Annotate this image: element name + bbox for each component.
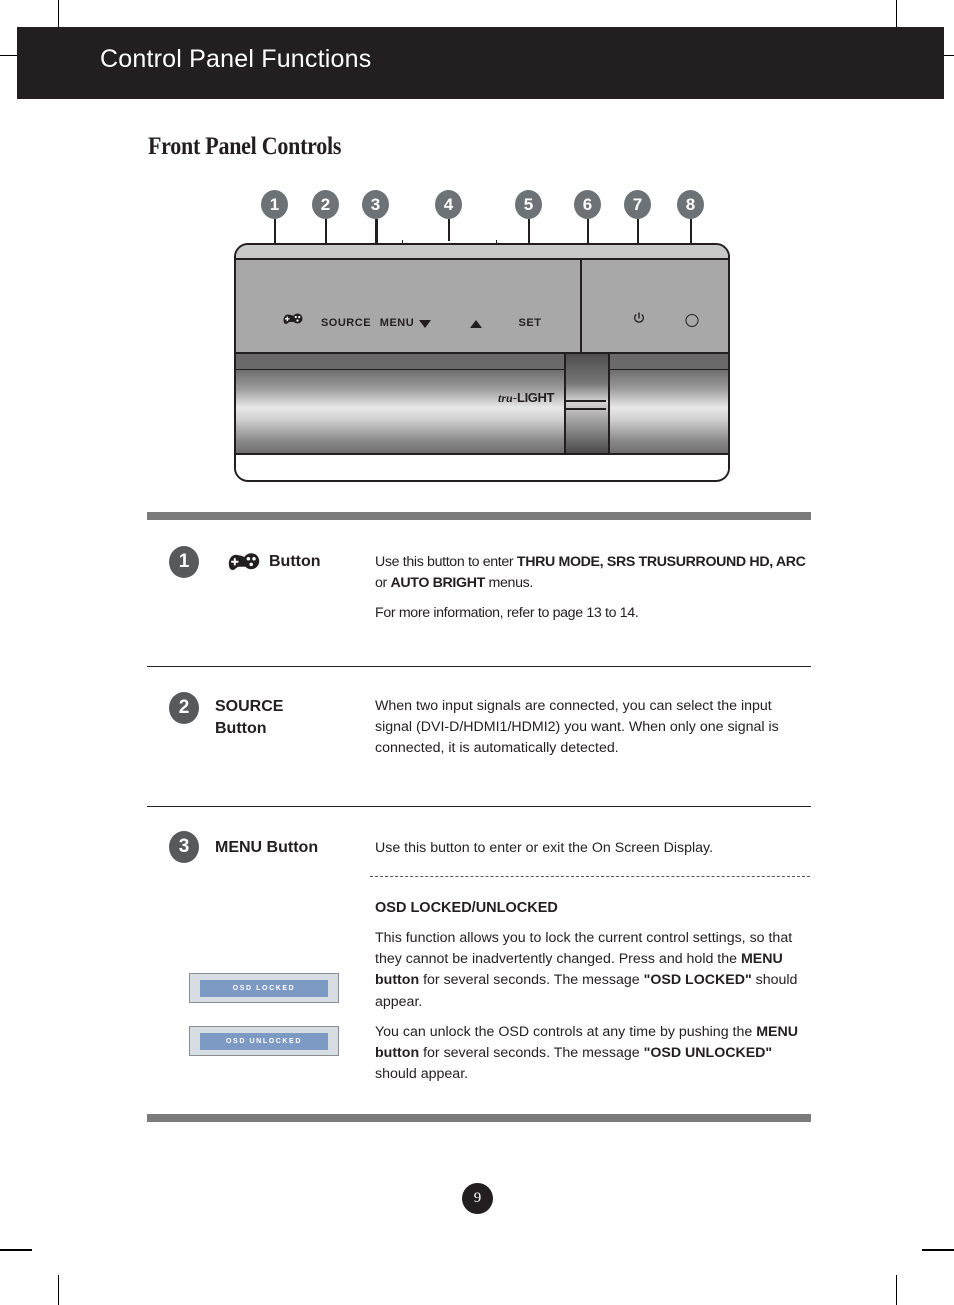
row-badge-1: 1	[169, 546, 199, 578]
row-badge-2: 2	[169, 692, 199, 724]
crop-mark-bottom-left-vertical	[58, 1275, 59, 1305]
callout-badge-7: 7	[624, 190, 651, 219]
leader-line-4-stem	[448, 219, 450, 241]
leader-line-1	[274, 219, 276, 317]
crop-mark-bottom-left-horizontal	[0, 1249, 32, 1251]
leader-line-4-right	[473, 250, 475, 317]
bezel-gradient-band	[236, 370, 728, 455]
leader-line-2	[325, 219, 327, 317]
callout-badge-3: 3	[362, 190, 389, 219]
panel-vertical-divider	[580, 260, 582, 352]
osd-locked-badge: OSD LOCKED	[189, 973, 339, 1003]
section-heading: Front Panel Controls	[148, 133, 342, 160]
panel-label-up-arrow-icon	[470, 320, 482, 328]
osd-paragraph-2: You can unlock the OSD controls at any t…	[375, 1023, 798, 1082]
trulight-logo: tru-LIGHT	[498, 390, 554, 406]
crop-mark-bottom-right-vertical	[896, 1275, 897, 1305]
panel-button-labels: SOURCE MENU SET	[236, 260, 728, 352]
callout-badge-4: 4	[435, 190, 462, 219]
leader-line-3	[375, 219, 378, 317]
osd-paragraph-1: This function allows you to lock the cur…	[375, 930, 798, 1010]
osd-unlocked-label: OSD UNLOCKED	[200, 1032, 328, 1050]
led-indicator-icon	[685, 314, 699, 327]
callout-badge-2: 2	[312, 190, 339, 219]
sensor-strip-line-top	[564, 400, 606, 402]
divider-rule-top	[147, 512, 811, 520]
row-badge-3: 3	[169, 831, 199, 863]
leader-line-6	[587, 219, 589, 405]
sensor-strip-line-bottom	[564, 408, 606, 410]
manual-page: Control Panel Functions Front Panel Cont…	[0, 0, 954, 1305]
page-title: Control Panel Functions	[100, 45, 372, 73]
divider-line-2	[147, 806, 811, 808]
bezel-control-area	[236, 260, 728, 354]
trulight-word: LIGHT	[517, 390, 555, 405]
bezel-bottom-white	[236, 455, 728, 478]
osd-text-block: OSD LOCKED/UNLOCKED This function allows…	[375, 898, 800, 1094]
osd-locked-label: OSD LOCKED	[200, 979, 328, 997]
bezel-top-strip	[236, 245, 728, 260]
callout-badge-5: 5	[515, 190, 542, 219]
sensor-strip	[564, 354, 610, 453]
page-number-badge: 9	[462, 1183, 493, 1214]
bezel-lower-dark-band	[236, 354, 728, 370]
row-body-1: Use this button to enter THRU MODE, SRS …	[375, 554, 806, 622]
row-label-2: SOURCE Button	[215, 698, 284, 737]
power-icon	[634, 312, 644, 323]
sensor-divider-right	[608, 354, 610, 453]
leader-line-4-left	[403, 250, 405, 317]
callout-badge-8: 8	[677, 190, 704, 219]
row-label-3: MENU Button	[215, 839, 319, 856]
leader-line-8	[690, 219, 692, 317]
dashed-divider	[370, 876, 810, 877]
callout-badge-6: 6	[574, 190, 601, 219]
osd-unlocked-badge: OSD UNLOCKED	[189, 1026, 339, 1056]
panel-label-menu: MENU	[379, 317, 415, 329]
leader-bracket-4	[402, 240, 497, 251]
divider-rule-bottom	[147, 1114, 811, 1122]
monitor-bezel: SOURCE MENU SET tru-LIGHT	[234, 243, 730, 482]
leader-line-5	[528, 219, 530, 317]
gamepad-icon	[283, 313, 303, 324]
trulight-dash: -	[512, 390, 518, 405]
crop-mark-bottom-right-horizontal	[922, 1249, 954, 1251]
row-body-3: Use this button to enter or exit the On …	[375, 840, 714, 856]
gamepad-icon	[228, 553, 260, 570]
panel-label-set: SET	[518, 317, 542, 329]
panel-label-down-arrow-icon	[419, 320, 431, 328]
row-label-1: Button	[269, 553, 321, 570]
row-body-2: When two input signals are connected, yo…	[375, 698, 779, 757]
osd-sub-heading: OSD LOCKED/UNLOCKED	[375, 900, 558, 916]
callout-badge-1: 1	[261, 190, 288, 219]
trulight-script-text: tru	[498, 391, 513, 405]
divider-line-1	[147, 666, 811, 668]
panel-label-source: SOURCE	[320, 317, 372, 329]
leader-line-7	[637, 219, 639, 317]
page-header: Control Panel Functions	[17, 27, 944, 99]
